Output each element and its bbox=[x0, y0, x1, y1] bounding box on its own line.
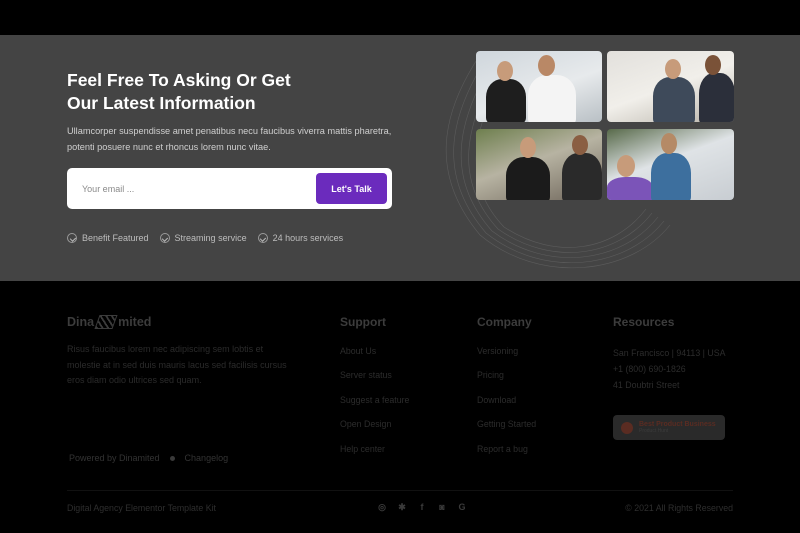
feature-label: Streaming service bbox=[174, 233, 247, 243]
check-circle-icon bbox=[67, 233, 77, 243]
brand-name-right: mited bbox=[118, 315, 152, 329]
footer-link-getting-started[interactable]: Getting Started bbox=[477, 418, 536, 442]
copyright-text: © 2021 All Rights Reserved bbox=[625, 503, 733, 513]
brand-description: Risus faucibus lorem nec adipiscing sem … bbox=[67, 344, 287, 385]
team-photo-2 bbox=[607, 51, 734, 122]
powered-row: Powered by Dinamited Changelog bbox=[69, 453, 228, 463]
instagram-icon[interactable]: ◙ bbox=[437, 502, 447, 512]
bug-icon[interactable]: ✱ bbox=[397, 502, 407, 512]
check-circle-icon bbox=[159, 233, 170, 243]
lets-talk-button[interactable]: Let's Talk bbox=[316, 173, 387, 204]
bullet-icon bbox=[169, 455, 175, 461]
footer-link-server-status[interactable]: Server status bbox=[340, 369, 409, 393]
phone-text: +1 (800) 690-1826 bbox=[613, 364, 686, 374]
footer-link-suggest-feature[interactable]: Suggest a feature bbox=[340, 394, 409, 418]
brand-logo[interactable]: Dina mited bbox=[67, 315, 151, 329]
resources-column: Resources San Francisco | 94113 | USA +1… bbox=[613, 315, 725, 393]
powered-by-link[interactable]: Powered by Dinamited bbox=[69, 453, 160, 463]
heading-line-1: Feel Free To Asking Or Get bbox=[67, 70, 291, 90]
brand-name-left: Dina bbox=[67, 315, 95, 329]
footer-link-pricing[interactable]: Pricing bbox=[477, 369, 536, 393]
footer-link-open-design[interactable]: Open Design bbox=[340, 418, 409, 442]
footer-divider bbox=[67, 490, 733, 491]
badge-title: Best Product Business bbox=[639, 421, 716, 428]
email-form: Let's Talk bbox=[67, 168, 392, 209]
feature-item: Streaming service bbox=[159, 233, 247, 243]
badge-text: Best Product Business Product Hunt bbox=[639, 421, 716, 434]
top-bar bbox=[0, 0, 800, 35]
street-text: 41 Doubtri Street bbox=[613, 380, 680, 390]
site-footer: Dina mited Risus faucibus lorem nec adip… bbox=[0, 281, 800, 533]
company-heading: Company bbox=[477, 315, 532, 329]
footer-link-versioning[interactable]: Versioning bbox=[477, 345, 536, 369]
support-heading: Support bbox=[340, 315, 386, 329]
badge-subtitle: Product Hunt bbox=[639, 428, 669, 434]
facebook-icon[interactable]: f bbox=[417, 502, 427, 512]
dribbble-icon[interactable]: ◎ bbox=[377, 502, 387, 512]
footer-link-report-bug[interactable]: Report a bug bbox=[477, 443, 536, 467]
award-icon bbox=[621, 421, 633, 434]
company-column: Company Versioning Pricing Download Gett… bbox=[477, 315, 536, 467]
feature-label: 24 hours services bbox=[272, 233, 344, 243]
footer-link-about-us[interactable]: About Us bbox=[340, 345, 409, 369]
footer-link-download[interactable]: Download bbox=[477, 394, 536, 418]
heading-line-2: Our Latest Information bbox=[67, 93, 256, 113]
newsletter-heading: Feel Free To Asking Or Get Our Latest In… bbox=[67, 69, 387, 115]
footer-tagline: Digital Agency Elementor Template Kit bbox=[67, 503, 216, 513]
feature-item: Benefit Featured bbox=[67, 233, 149, 243]
feature-item: 24 hours services bbox=[257, 233, 344, 243]
changelog-link[interactable]: Changelog bbox=[185, 453, 229, 463]
newsletter-section: Feel Free To Asking Or Get Our Latest In… bbox=[0, 35, 800, 281]
feature-list: Benefit Featured Streaming service 24 ho… bbox=[67, 233, 343, 243]
product-badge[interactable]: Best Product Business Product Hunt bbox=[613, 415, 725, 440]
team-photo-4 bbox=[607, 129, 734, 200]
team-photo-1 bbox=[476, 51, 602, 122]
team-photo-3 bbox=[476, 129, 602, 200]
support-column: Support About Us Server status Suggest a… bbox=[340, 315, 409, 467]
google-icon[interactable]: G bbox=[457, 502, 467, 512]
footer-link-help-center[interactable]: Help center bbox=[340, 443, 409, 467]
newsletter-description: Ullamcorper suspendisse amet penatibus n… bbox=[67, 126, 392, 152]
feature-label: Benefit Featured bbox=[82, 233, 149, 243]
check-circle-icon bbox=[257, 233, 268, 243]
resources-heading: Resources bbox=[613, 315, 675, 329]
email-input[interactable] bbox=[75, 176, 305, 201]
logo-mark-icon bbox=[94, 315, 118, 329]
social-links: ◎ ✱ f ◙ G bbox=[377, 502, 467, 512]
address-text: San Francisco | 94113 | USA bbox=[613, 348, 726, 358]
